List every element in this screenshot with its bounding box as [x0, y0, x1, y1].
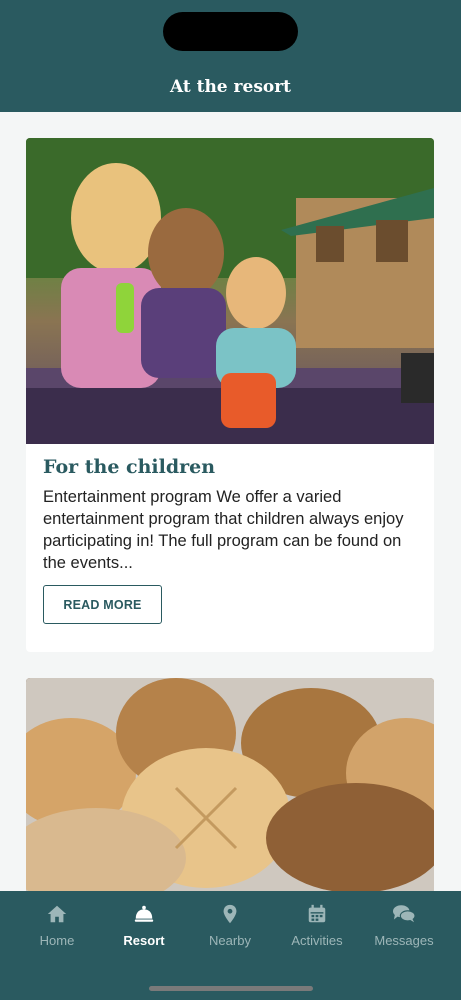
tab-resort-label: Resort: [123, 933, 165, 948]
tab-messages-label: Messages: [374, 933, 434, 948]
read-more-button[interactable]: READ MORE: [43, 585, 162, 624]
card-description: Entertainment program We offer a varied …: [43, 488, 404, 572]
tab-resort[interactable]: Resort: [98, 903, 190, 953]
page-title: At the resort: [169, 77, 292, 97]
tab-activities-label: Activities: [291, 933, 343, 948]
children-activity-photo: [26, 138, 434, 444]
bread-photo: [26, 678, 434, 891]
tab-nearby-label: Nearby: [209, 933, 251, 948]
tab-activities[interactable]: Activities: [271, 903, 363, 953]
header-bar: At the resort: [0, 0, 461, 112]
card-for-the-children[interactable]: For the children Entertainment program W…: [26, 138, 434, 652]
map-pin-icon: [184, 903, 276, 929]
bottom-tab-bar: Home Resort Nearby Activities Messages: [0, 891, 461, 1000]
tab-messages[interactable]: Messages: [358, 903, 450, 953]
tab-home[interactable]: Home: [11, 903, 103, 953]
camera-notch: [163, 12, 298, 51]
card-title: For the children: [43, 456, 216, 478]
calendar-icon: [271, 903, 363, 929]
tab-nearby[interactable]: Nearby: [184, 903, 276, 953]
house-icon: [11, 903, 103, 929]
chat-icon: [358, 903, 450, 929]
bell-icon: [98, 903, 190, 929]
tab-home-label: Home: [39, 933, 75, 948]
card-bakery[interactable]: [26, 678, 434, 891]
content-scroll[interactable]: For the children Entertainment program W…: [0, 112, 461, 891]
home-indicator[interactable]: [149, 986, 313, 991]
